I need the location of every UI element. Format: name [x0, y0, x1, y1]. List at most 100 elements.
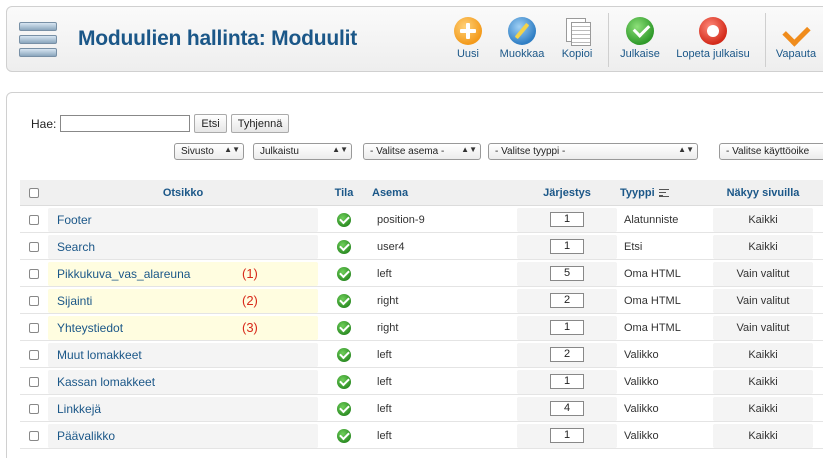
table-row[interactable]: Pikkukuva_vas_alareuna (1) left 5 Oma HTML Va…	[20, 261, 823, 287]
copy-button[interactable]: Kopioi	[559, 17, 595, 60]
module-pages: Kaikki	[748, 429, 778, 442]
module-position: left	[377, 429, 392, 442]
published-status-icon[interactable]	[337, 320, 351, 335]
state-filter-select[interactable]: Julkaistu ▲▼	[253, 143, 352, 160]
table-header: Otsikko Tila Asema Järjestys Tyyppi Näky…	[20, 180, 823, 206]
published-status-icon[interactable]	[337, 347, 351, 362]
order-input[interactable]: 1	[550, 239, 584, 254]
annotation-marker: (1)	[242, 266, 258, 281]
published-status-icon[interactable]	[337, 374, 351, 389]
column-header-position[interactable]: Asema	[372, 180, 512, 205]
pencil-icon	[508, 17, 536, 45]
row-checkbox[interactable]	[29, 322, 39, 333]
checkmark-icon	[626, 17, 654, 45]
position-filter-select[interactable]: - Valitse asema - ▲▼	[363, 143, 481, 160]
toolbar-separator	[765, 13, 766, 67]
module-type: Alatunniste	[624, 213, 679, 226]
module-position: position-9	[377, 213, 425, 226]
published-status-icon[interactable]	[337, 212, 351, 227]
unlock-button[interactable]: Vapauta	[773, 17, 819, 60]
module-title-link[interactable]: Kassan lomakkeet	[57, 375, 155, 389]
module-pages: Kaikki	[748, 348, 778, 361]
table-row[interactable]: Muut lomakkeet left 2 Valikko Kaikki	[20, 342, 823, 368]
module-type: Etsi	[624, 240, 643, 253]
published-status-icon[interactable]	[337, 428, 351, 443]
module-title-link[interactable]: Search	[57, 240, 95, 254]
module-position: left	[377, 375, 392, 388]
select-arrows-icon: ▲▼	[461, 145, 477, 154]
type-filter-select[interactable]: - Valitse tyyppi - ▲▼	[488, 143, 698, 160]
order-input[interactable]: 1	[550, 428, 584, 443]
column-header-status[interactable]: Tila	[324, 180, 364, 205]
column-header-order[interactable]: Järjestys	[517, 180, 617, 205]
search-row: Hae: Etsi Tyhjennä	[31, 114, 290, 133]
row-checkbox[interactable]	[29, 214, 39, 225]
toolbar: Moduulien hallinta: Moduulit Uusi Muokka…	[6, 6, 823, 72]
table-row[interactable]: Päävalikko left 1 Valikko Kaikki	[20, 423, 823, 449]
publish-button[interactable]: Julkaise	[617, 17, 663, 60]
clear-button[interactable]: Tyhjennä	[230, 114, 290, 133]
search-label: Hae:	[31, 116, 57, 131]
order-input[interactable]: 1	[550, 374, 584, 389]
module-title-link[interactable]: Pikkukuva_vas_alareuna	[57, 267, 190, 281]
published-status-icon[interactable]	[337, 239, 351, 254]
stop-icon	[699, 17, 727, 45]
module-title-link[interactable]: Linkkejä	[57, 402, 101, 416]
module-position: left	[377, 348, 392, 361]
order-input[interactable]: 4	[550, 401, 584, 416]
edit-button[interactable]: Muokkaa	[497, 17, 547, 60]
module-pages: Kaikki	[748, 402, 778, 415]
sort-icon	[658, 188, 669, 197]
table-row[interactable]: Search user4 1 Etsi Kaikki	[20, 234, 823, 260]
module-title-link[interactable]: Footer	[57, 213, 92, 227]
column-header-title[interactable]: Otsikko	[48, 180, 318, 205]
table-row[interactable]: Yhteystiedot (3) right 1 Oma HTML Vain valitu…	[20, 315, 823, 341]
select-arrows-icon: ▲▼	[224, 145, 240, 154]
published-status-icon[interactable]	[337, 266, 351, 281]
row-checkbox[interactable]	[29, 376, 39, 387]
module-type: Valikko	[624, 402, 659, 415]
page-title: Moduulien hallinta: Moduulit	[78, 27, 358, 50]
module-pages: Vain valitut	[736, 267, 790, 280]
module-type: Valikko	[624, 375, 659, 388]
unpublish-button[interactable]: Lopeta julkaisu	[673, 17, 753, 60]
module-title-link[interactable]: Päävalikko	[57, 429, 115, 443]
table-row[interactable]: Sijainti (2) right 2 Oma HTML Vain valitut	[20, 288, 823, 314]
search-button[interactable]: Etsi	[194, 114, 227, 133]
copy-icon	[563, 17, 591, 46]
new-button[interactable]: Uusi	[450, 17, 486, 60]
module-pages: Vain valitut	[736, 321, 790, 334]
module-title-link[interactable]: Muut lomakkeet	[57, 348, 142, 362]
search-input[interactable]	[60, 115, 191, 132]
toolbar-separator	[608, 13, 609, 67]
order-input[interactable]: 2	[550, 293, 584, 308]
order-input[interactable]: 1	[550, 320, 584, 335]
column-header-type[interactable]: Tyyppi	[620, 180, 710, 205]
row-checkbox[interactable]	[29, 430, 39, 441]
row-checkbox[interactable]	[29, 349, 39, 360]
table-row[interactable]: Linkkejä left 4 Valikko Kaikki	[20, 396, 823, 422]
module-type: Oma HTML	[624, 267, 681, 280]
module-title-link[interactable]: Sijainti	[57, 294, 92, 308]
row-checkbox[interactable]	[29, 295, 39, 306]
access-filter-select[interactable]: - Valitse käyttöoike	[719, 143, 823, 160]
module-type: Valikko	[624, 429, 659, 442]
table-row[interactable]: Footer position-9 1 Alatunniste Kaikki	[20, 207, 823, 233]
module-title-link[interactable]: Yhteystiedot	[57, 321, 123, 335]
row-checkbox[interactable]	[29, 268, 39, 279]
order-input[interactable]: 5	[550, 266, 584, 281]
row-checkbox[interactable]	[29, 403, 39, 414]
row-checkbox[interactable]	[29, 241, 39, 252]
order-input[interactable]: 1	[550, 212, 584, 227]
order-input[interactable]: 2	[550, 347, 584, 362]
column-header-pages[interactable]: Näkyy sivuilla	[713, 180, 813, 205]
select-arrows-icon: ▲▼	[332, 145, 348, 154]
table-row[interactable]: Kassan lomakkeet left 1 Valikko Kaikki	[20, 369, 823, 395]
published-status-icon[interactable]	[337, 401, 351, 416]
site-filter-select[interactable]: Sivusto ▲▼	[174, 143, 244, 160]
published-status-icon[interactable]	[337, 293, 351, 308]
module-list-panel: Hae: Etsi Tyhjennä Sivusto ▲▼ Julkaistu ▲▼…	[6, 92, 823, 458]
module-position: right	[377, 294, 399, 307]
module-pages: Vain valitut	[736, 294, 790, 307]
select-all-checkbox[interactable]	[29, 187, 39, 198]
